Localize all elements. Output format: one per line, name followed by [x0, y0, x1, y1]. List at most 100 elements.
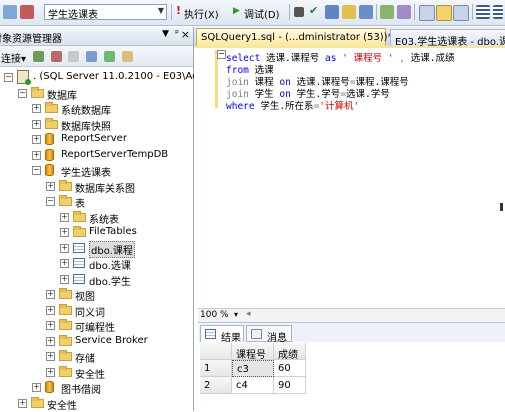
expand-icon[interactable]: + — [32, 150, 41, 160]
tree-node[interactable]: + dbo.选课 — [60, 256, 190, 272]
collapse-icon[interactable]: − — [217, 50, 226, 59]
expand-icon[interactable]: + — [18, 398, 27, 408]
tree-node[interactable]: + Service Broker — [46, 334, 190, 350]
grid-icon — [205, 329, 216, 339]
tree-node-label: dbo.课程 — [89, 240, 135, 258]
results-to-text-icon[interactable] — [419, 5, 435, 21]
expand-icon[interactable]: + — [46, 336, 55, 346]
stop-icon[interactable] — [68, 51, 79, 62]
tree-node-label: FileTables — [89, 226, 137, 237]
tree-node[interactable]: + 数据库关系图 — [46, 179, 190, 195]
stop-icon[interactable] — [294, 7, 304, 17]
column-header[interactable]: 成绩 — [274, 343, 306, 361]
table-cell[interactable]: 90 — [274, 377, 306, 394]
chevron-down-icon[interactable]: ▾ — [234, 310, 238, 319]
intellisense-icon[interactable] — [380, 5, 394, 19]
scroll-left-icon[interactable]: ◂ — [246, 309, 251, 319]
collapse-icon[interactable]: − — [32, 166, 41, 175]
tree-node[interactable]: + 系统表 — [60, 210, 190, 226]
collapse-icon[interactable]: − — [18, 88, 27, 98]
pin-icon[interactable]: ᵖ — [175, 29, 179, 39]
debug-button[interactable]: 调试(D) — [244, 6, 280, 21]
table-cell[interactable]: c3 — [232, 360, 274, 377]
dropdown-icon[interactable]: ▼ — [162, 29, 169, 39]
results-to-grid-icon[interactable] — [436, 5, 452, 21]
expand-icon[interactable]: + — [46, 367, 55, 377]
tab-table-design[interactable]: E03.学生选课表 - dbo.课程 — [390, 29, 505, 46]
expand-icon[interactable]: + — [46, 290, 55, 299]
query-designer-icon[interactable] — [359, 5, 373, 19]
tree-node[interactable]: + ReportServerTempDB — [32, 148, 190, 164]
tree-node[interactable]: + 安全性 — [46, 365, 190, 381]
tree-node-label: 安全性 — [75, 369, 105, 381]
refresh-icon[interactable] — [104, 51, 115, 62]
collapse-icon[interactable]: − — [46, 197, 55, 206]
tree-node[interactable]: − 学生选课表 — [32, 163, 190, 179]
expand-icon[interactable]: + — [46, 305, 55, 315]
available-databases-icon[interactable] — [20, 5, 34, 19]
tree-node-label: 同义词 — [75, 307, 105, 319]
tree-node[interactable]: − 数据库 — [18, 86, 190, 102]
close-icon[interactable]: × — [181, 28, 190, 41]
tree-node[interactable]: + 图书借阅 — [32, 380, 190, 396]
tree-node[interactable]: + 视图 — [46, 287, 190, 303]
tree-node[interactable]: + ReportServer — [32, 132, 190, 148]
tree-node[interactable]: + dbo.课程 — [60, 240, 190, 258]
editor-gutter — [194, 48, 214, 307]
cell-value: 60 — [278, 363, 291, 374]
tree-node-label: 数据库 — [47, 90, 77, 102]
tree-node[interactable]: − . (SQL Server 11.0.2100 - E03\Admir — [4, 70, 215, 86]
toolbar-divider — [171, 4, 172, 20]
expand-icon[interactable]: + — [32, 119, 41, 129]
exclamation-icon: ! — [176, 4, 182, 17]
expand-icon[interactable]: + — [32, 135, 41, 144]
expand-icon[interactable]: + — [32, 383, 41, 392]
tree-node[interactable]: − 表 — [46, 194, 190, 210]
tree-node[interactable]: + 系统数据库 — [32, 101, 190, 117]
expand-icon[interactable]: + — [60, 212, 69, 222]
row-number[interactable]: 2 — [200, 377, 232, 394]
query-options-icon[interactable] — [3, 5, 17, 19]
tree-node[interactable]: + 同义词 — [46, 303, 190, 319]
summary-icon[interactable] — [122, 51, 133, 62]
tree-node[interactable]: + dbo.学生 — [60, 272, 190, 288]
filter-icon[interactable] — [86, 51, 97, 62]
database-select[interactable]: 学生选课表 ▼ — [44, 4, 167, 21]
expand-icon[interactable]: + — [32, 104, 41, 113]
column-header[interactable]: 课程号 — [232, 343, 274, 361]
tree-node[interactable]: + 安全性 — [18, 396, 190, 412]
zoom-level[interactable]: 100 % — [200, 310, 229, 320]
results-to-icon[interactable] — [397, 5, 411, 19]
tree-node[interactable]: + 存储 — [46, 349, 190, 365]
indent-icon[interactable] — [493, 5, 503, 19]
parse-icon[interactable] — [325, 5, 339, 19]
disconnect-icon[interactable] — [51, 51, 62, 62]
tab-sqlquery1[interactable]: SQLQuery1.sql - (...dministrator (53))* — [196, 28, 393, 46]
tab-results[interactable]: 结果 — [200, 325, 244, 344]
expand-icon[interactable]: + — [60, 228, 69, 237]
connect-button[interactable]: 连接▾ — [1, 50, 26, 65]
display-plan-icon[interactable] — [342, 5, 356, 19]
execute-button[interactable]: 执行(X) — [184, 6, 219, 21]
comment-icon[interactable] — [476, 5, 490, 19]
expand-icon[interactable]: + — [60, 243, 69, 253]
expand-icon[interactable]: + — [46, 352, 55, 361]
tab-messages[interactable]: 消息 — [246, 325, 292, 344]
toolbar-divider — [376, 4, 377, 20]
table-cell[interactable]: 60 — [274, 360, 306, 377]
expand-icon[interactable]: + — [46, 181, 55, 191]
expand-icon[interactable]: + — [60, 274, 69, 284]
results-to-file-icon[interactable] — [453, 5, 469, 21]
tree-node-label: 图书借阅 — [61, 385, 101, 396]
collapse-icon[interactable]: − — [4, 73, 13, 82]
expand-icon[interactable]: + — [46, 321, 55, 330]
connect-icon[interactable] — [33, 51, 44, 62]
table-cell[interactable]: c4 — [232, 377, 274, 394]
tree-node[interactable]: + 数据库快照 — [32, 117, 190, 133]
checkmark-icon[interactable]: ✔ — [309, 4, 318, 17]
expand-icon[interactable]: + — [60, 259, 69, 268]
folder-icon — [59, 334, 72, 346]
row-number[interactable]: 1 — [200, 360, 232, 377]
tree-node[interactable]: + FileTables — [60, 225, 190, 241]
tree-node[interactable]: + 可编程性 — [46, 318, 190, 334]
